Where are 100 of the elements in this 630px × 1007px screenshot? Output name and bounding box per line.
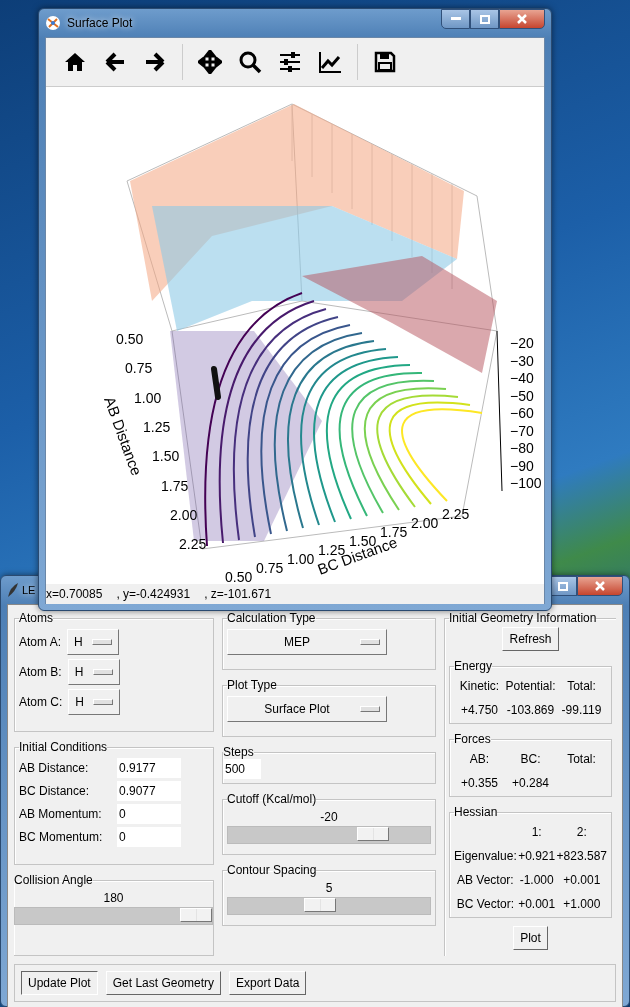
row-label: AB Vector: <box>456 873 515 887</box>
tick-label: 2.00 <box>411 515 439 531</box>
path-line <box>211 366 221 400</box>
window-title: Surface Plot <box>67 16 133 30</box>
input-field[interactable]: 0.9177 <box>117 757 181 778</box>
tick-label: −30 <box>510 352 534 369</box>
group-title: Collision Angle <box>14 873 93 887</box>
hessian-value: +823.587 <box>556 849 607 863</box>
hessian-value: -1.000 <box>518 873 555 887</box>
tick-label: 2.25 <box>179 536 207 553</box>
input-field[interactable]: 0 <box>117 826 181 847</box>
slider-thumb[interactable] <box>304 898 337 912</box>
tick-label: 1.50 <box>152 448 180 465</box>
action-button[interactable]: Update Plot <box>21 971 98 995</box>
field-label: BC: <box>519 752 542 766</box>
energy-value: -103.869 <box>505 703 556 717</box>
slider-thumb[interactable] <box>180 908 212 922</box>
tick-label: −100 <box>510 475 542 491</box>
energy-value: +4.750 <box>459 703 499 717</box>
slider-track[interactable] <box>227 897 431 915</box>
tick-label: 2.00 <box>170 506 198 523</box>
tick-label: 0.50 <box>116 331 144 347</box>
tick-label: −20 <box>510 335 534 351</box>
tick-label: 0.50 <box>225 569 253 584</box>
field-label: Atom C: <box>19 695 63 709</box>
force-value: +0.355 <box>459 776 499 790</box>
hessian-value: +1.000 <box>562 897 602 911</box>
hessian-value: +0.001 <box>562 873 602 887</box>
group-title: Hessian <box>454 805 498 819</box>
tick-label: 1.75 <box>161 477 189 494</box>
tick-label: 1.25 <box>143 418 171 435</box>
field-label: BC Momentum: <box>19 829 104 844</box>
input-field[interactable]: 500 <box>223 759 261 779</box>
tick-label: 0.75 <box>125 360 153 377</box>
coordinate-readout: , y=-0.424931 <box>116 587 192 601</box>
hessian-value: +0.921 <box>517 849 557 863</box>
group-title: Forces <box>454 732 491 746</box>
action-button[interactable]: Get Last Geometry <box>105 971 222 995</box>
slider-value: 5 <box>324 881 334 895</box>
refresh-button[interactable]: Refresh <box>502 627 559 651</box>
group-title: Contour Spacing <box>227 863 317 877</box>
save-icon[interactable] <box>372 49 398 75</box>
group-title: Steps <box>223 745 254 759</box>
dropdown[interactable]: MEP <box>227 629 387 655</box>
tick-label: 1.00 <box>287 551 315 567</box>
coordinate-readout: x=0.70085 <box>46 587 104 601</box>
field-label: Total: <box>566 679 597 693</box>
app-icon <box>45 15 61 31</box>
group-title: Initial Conditions <box>19 740 108 754</box>
maximize-icon <box>557 581 568 591</box>
sliders-icon[interactable] <box>277 49 303 75</box>
slider-track[interactable] <box>227 826 431 844</box>
hessian-value: +0.001 <box>517 897 557 911</box>
close-button[interactable] <box>499 9 545 29</box>
slider-value: -20 <box>319 810 339 824</box>
tick-label: −50 <box>510 387 534 404</box>
field-label: AB: <box>468 752 491 766</box>
slider-track[interactable] <box>14 907 213 925</box>
atom-dropdown[interactable]: H <box>67 659 120 685</box>
row-label: Eigenvalue: <box>454 849 517 863</box>
action-button[interactable]: Export Data <box>229 971 307 995</box>
tick-label: −90 <box>510 457 534 474</box>
atom-dropdown[interactable]: H <box>68 689 121 715</box>
line-chart-icon[interactable] <box>317 49 343 75</box>
close-button[interactable] <box>577 576 623 596</box>
field-label: Total: <box>566 752 597 766</box>
coordinate-readout: , z=-101.671 <box>204 587 273 601</box>
group-title: Cutoff (Kcal/mol) <box>227 792 317 806</box>
tick-label: 1.00 <box>134 389 162 406</box>
atom-dropdown[interactable]: H <box>67 629 120 655</box>
field-label: Atom B: <box>19 665 62 679</box>
field-label: Atom A: <box>19 635 62 649</box>
maximize-button[interactable] <box>470 9 499 29</box>
group-title: Atoms <box>19 611 53 625</box>
input-field[interactable]: 0 <box>117 803 181 824</box>
search-icon[interactable] <box>237 49 263 75</box>
minimize-button[interactable] <box>441 9 470 29</box>
tick-label: −80 <box>510 440 534 456</box>
group-title: Energy <box>454 659 493 673</box>
tick-label: −70 <box>510 422 534 439</box>
tick-label: 0.75 <box>256 560 284 576</box>
column-header: 2: <box>575 825 588 839</box>
plot-button[interactable]: Plot <box>513 926 548 950</box>
tick-label: −60 <box>510 405 534 421</box>
tick-label: −40 <box>510 370 534 386</box>
slider-value: 180 <box>102 891 125 905</box>
row-label: BC Vector: <box>455 897 516 911</box>
tick-label: 2.25 <box>442 506 470 522</box>
input-field[interactable]: 0.9077 <box>117 780 181 801</box>
close-icon <box>517 14 527 24</box>
column-header: 1: <box>530 825 543 839</box>
field-label: BC Distance: <box>19 783 91 798</box>
close-icon <box>595 581 605 591</box>
force-value: +0.284 <box>510 776 550 790</box>
dropdown[interactable]: Surface Plot <box>227 696 387 722</box>
field-label: AB Momentum: <box>19 806 103 821</box>
field-label: AB Distance: <box>19 760 90 775</box>
group-title: Calculation Type <box>227 611 316 625</box>
slider-thumb[interactable] <box>357 827 390 841</box>
maximize-icon <box>479 14 490 24</box>
